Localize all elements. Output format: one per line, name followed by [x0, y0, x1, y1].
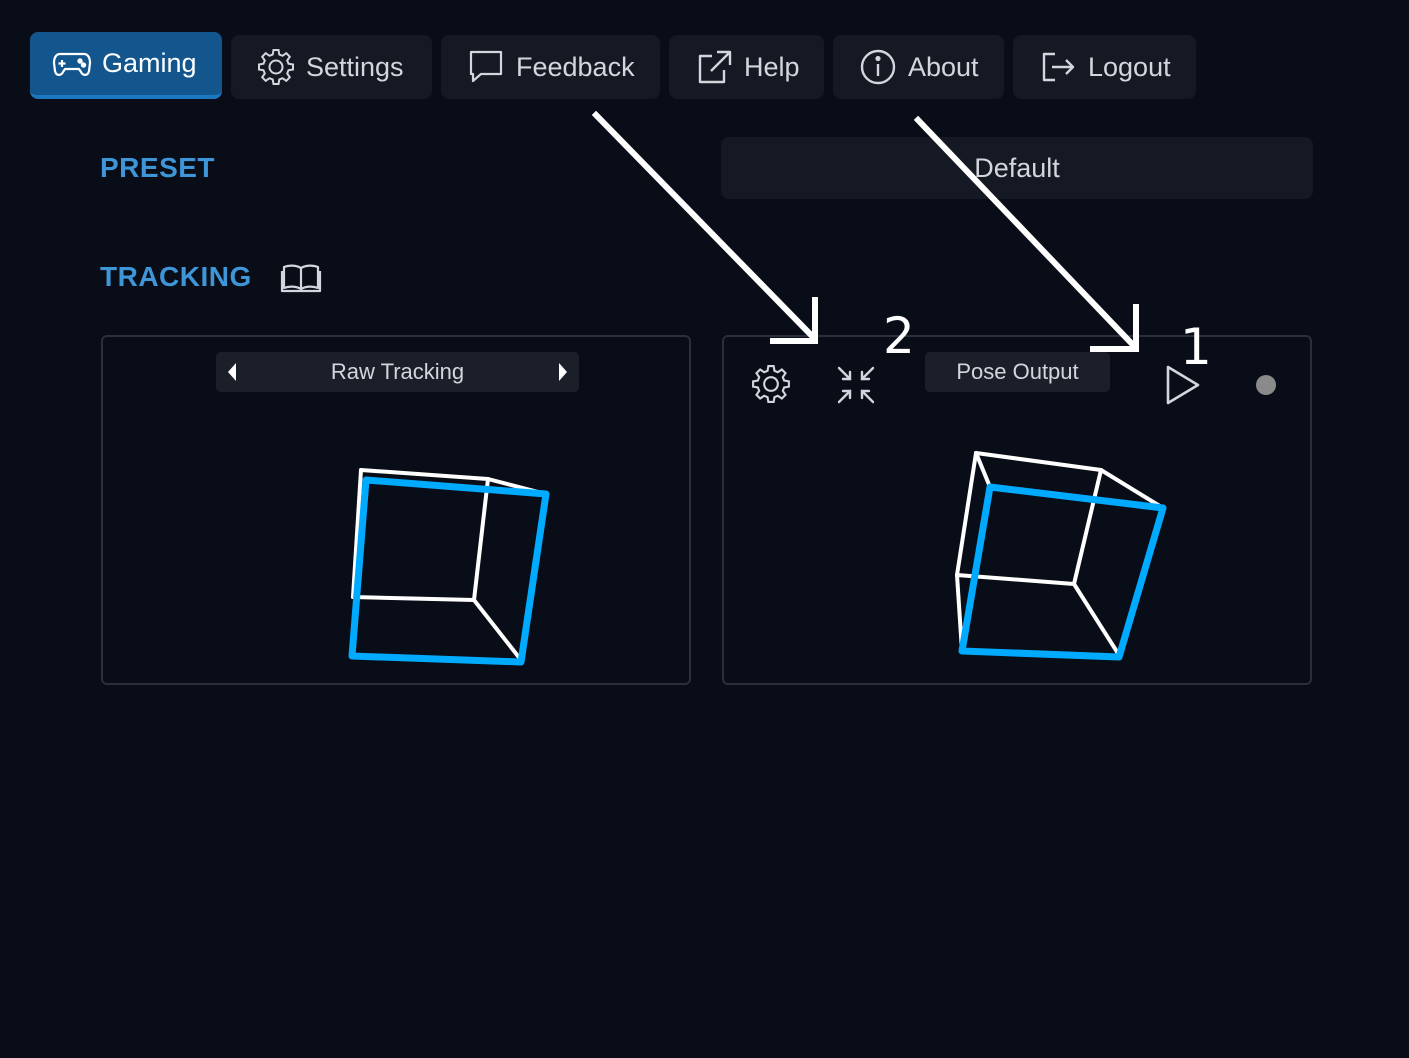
- preset-label: PRESET: [100, 152, 216, 183]
- book-icon[interactable]: [280, 262, 322, 294]
- info-icon: [858, 47, 898, 87]
- logout-icon: [1038, 47, 1078, 87]
- tab-feedback[interactable]: Feedback: [441, 35, 660, 99]
- gear-icon: [256, 47, 296, 87]
- tab-logout[interactable]: Logout: [1013, 35, 1196, 99]
- tab-gaming-label: Gaming: [102, 48, 197, 78]
- raw-tracking-cube: [348, 468, 550, 666]
- pose-output-cube: [955, 451, 1167, 661]
- tab-gaming[interactable]: Gaming: [30, 32, 222, 99]
- tab-feedback-label: Feedback: [516, 51, 635, 82]
- tab-about-label: About: [908, 51, 979, 82]
- pose-output-panel: Pose Output: [722, 335, 1312, 685]
- speech-bubble-icon: [466, 47, 506, 87]
- tab-help[interactable]: Help: [669, 35, 824, 99]
- tab-logout-label: Logout: [1088, 51, 1171, 82]
- preset-value: Default: [974, 152, 1060, 183]
- tab-settings-label: Settings: [306, 51, 404, 82]
- tab-about[interactable]: About: [833, 35, 1004, 99]
- tab-settings[interactable]: Settings: [231, 35, 432, 99]
- tab-help-label: Help: [744, 51, 800, 82]
- annotation-number-1: 1: [1180, 318, 1212, 376]
- app-window: Gaming Settings Feedback Help About Logo…: [0, 0, 1409, 1058]
- tracking-label: TRACKING: [100, 261, 252, 292]
- preset-select[interactable]: Default: [721, 137, 1313, 199]
- annotation-number-2: 2: [883, 307, 915, 365]
- gamepad-icon: [52, 44, 92, 84]
- raw-tracking-panel: Raw Tracking: [101, 335, 691, 685]
- external-link-icon: [694, 47, 734, 87]
